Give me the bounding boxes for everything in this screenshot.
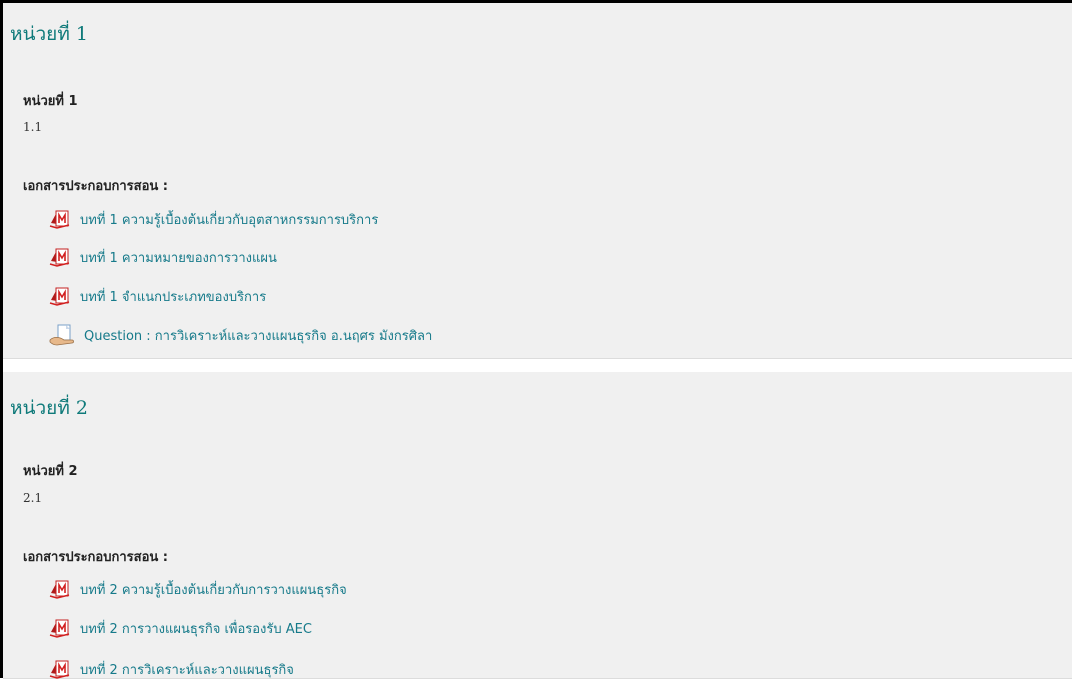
pdf-icon <box>49 579 71 599</box>
pdf-icon <box>49 286 71 306</box>
unit-heading: หน่วยที่ 2 <box>23 464 78 479</box>
unit-heading: หน่วยที่ 1 <box>23 94 78 109</box>
question-icon <box>49 324 75 346</box>
pdf-icon <box>49 209 71 229</box>
resource-label: บทที่ 2 ความรู้เบื้องต้นเกี่ยวกับการวางแ… <box>80 582 347 598</box>
resource-label: บทที่ 1 ความหมายของการวางแผน <box>80 250 277 266</box>
pdf-icon <box>49 247 71 267</box>
resource-link-pdf[interactable]: บทที่ 1 จำแนกประเภทของบริการ <box>49 285 266 307</box>
course-section-1: หน่วยที่ 1 หน่วยที่ 1 1.1 เอกสารประกอบกา… <box>3 3 1072 359</box>
pdf-icon <box>49 618 71 638</box>
section-title: หน่วยที่ 1 <box>10 23 88 45</box>
course-section-2: หน่วยที่ 2 หน่วยที่ 2 2.1 เอกสารประกอบกา… <box>3 372 1072 679</box>
resource-label: บทที่ 1 จำแนกประเภทของบริการ <box>80 289 267 305</box>
resource-link-pdf[interactable]: บทที่ 2 ความรู้เบื้องต้นเกี่ยวกับการวางแ… <box>49 578 347 600</box>
materials-label: เอกสารประกอบการสอน : <box>23 179 168 194</box>
section-divider <box>3 359 1072 372</box>
unit-subtitle: 2.1 <box>23 491 43 505</box>
unit-subtitle: 1.1 <box>23 120 43 134</box>
resource-link-pdf[interactable]: บทที่ 2 การวางแผนธุรกิจ เพื่อรองรับ AEC <box>49 617 312 639</box>
section-title: หน่วยที่ 2 <box>10 397 88 419</box>
materials-label: เอกสารประกอบการสอน : <box>23 550 168 565</box>
resource-link-pdf[interactable]: บทที่ 1 ความหมายของการวางแผน <box>49 246 277 268</box>
pdf-icon <box>49 659 71 679</box>
resource-link-question[interactable]: Question : การวิเคราะห์และวางแผนธุรกิจ อ… <box>49 324 432 346</box>
resource-label: บทที่ 2 การวิเคราะห์และวางแผนธุรกิจ <box>80 662 294 678</box>
resource-label: บทที่ 1 ความรู้เบื้องต้นเกี่ยวกับอุตสาหก… <box>80 212 379 228</box>
resource-link-pdf[interactable]: บทที่ 2 การวิเคราะห์และวางแผนธุรกิจ <box>49 658 294 680</box>
resource-label: Question : การวิเคราะห์และวางแผนธุรกิจ อ… <box>84 328 433 344</box>
resource-link-pdf[interactable]: บทที่ 1 ความรู้เบื้องต้นเกี่ยวกับอุตสาหก… <box>49 208 378 230</box>
resource-label: บทที่ 2 การวางแผนธุรกิจ เพื่อรองรับ AEC <box>80 621 312 637</box>
